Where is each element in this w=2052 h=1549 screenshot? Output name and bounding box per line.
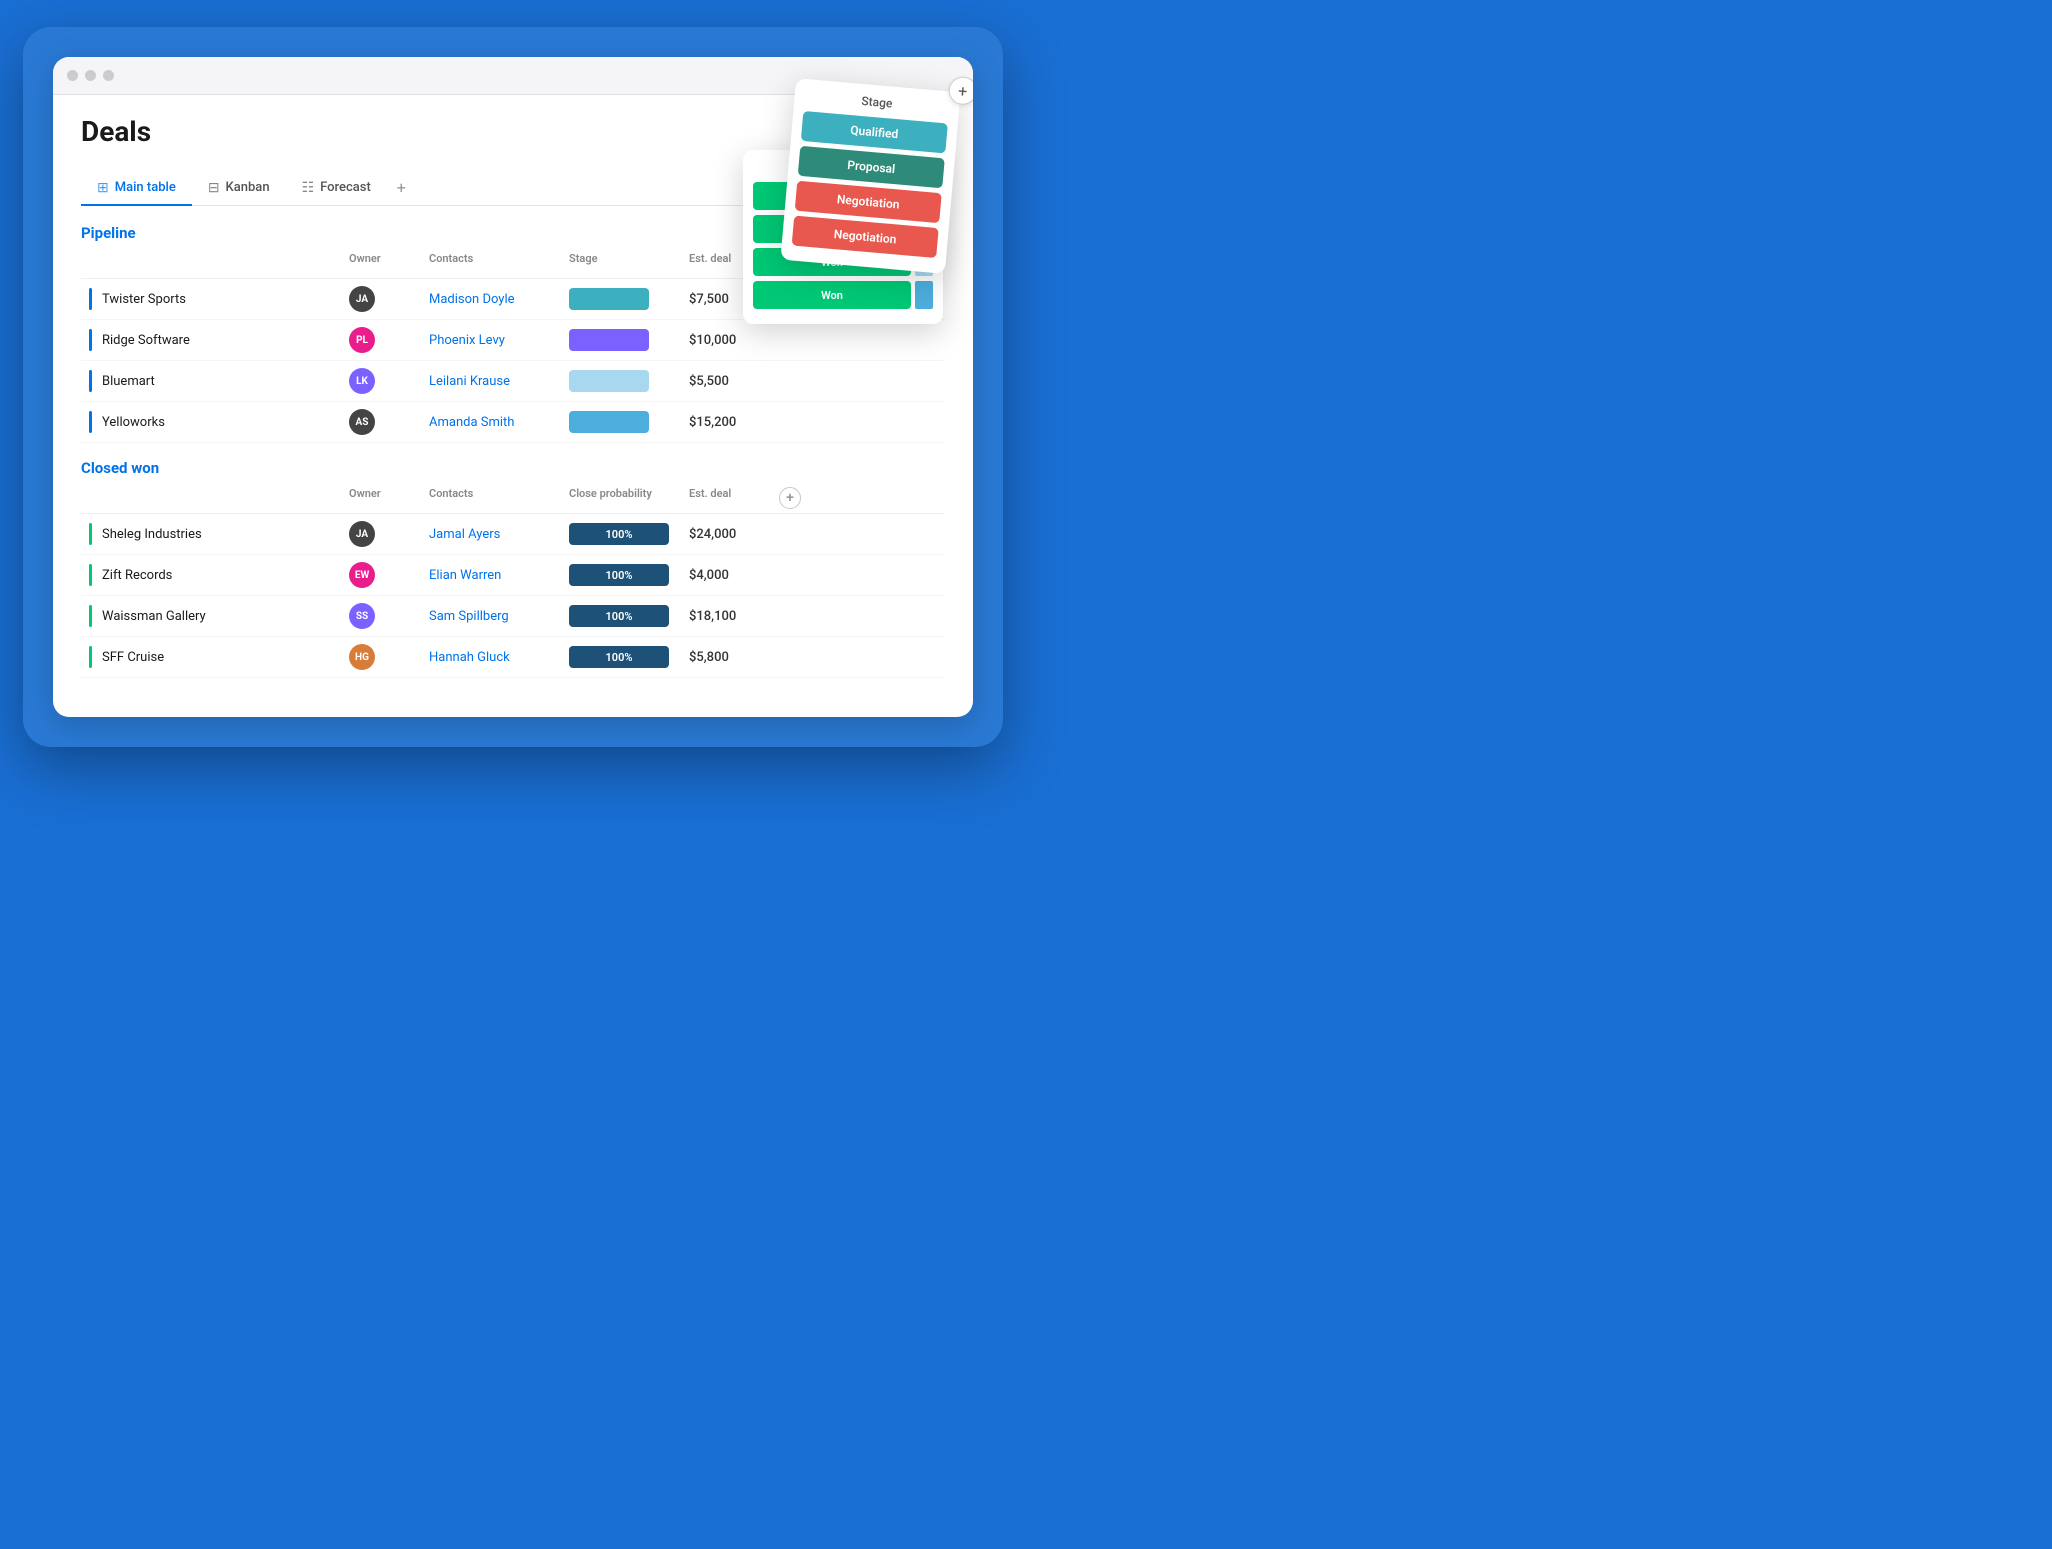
add-tab-button[interactable]: + [387, 170, 416, 205]
est-deal-bluemart: $5,500 [689, 374, 779, 389]
avatar-waissman: SS [349, 603, 375, 629]
avatar-yelloworks: AS [349, 409, 375, 435]
kanban-icon: ⊟ [208, 180, 220, 196]
est-deal-waissman: $18,100 [689, 609, 779, 624]
avatar-sff: HG [349, 644, 375, 670]
pipeline-row-2: Ridge Software PL Phoenix Levy $10,000 [81, 320, 945, 361]
content-area: Deals ··· ⊞ Main table ⊟ Kanban ☷ Foreca… [53, 95, 973, 698]
window-dot-3 [103, 70, 114, 81]
avatar-sheleg: JA [349, 521, 375, 547]
avatar-bluemart: LK [349, 368, 375, 394]
contact-madison[interactable]: Madison Doyle [429, 292, 569, 307]
stage-bar-yelloworks [569, 411, 649, 433]
outer-wrapper: Deals ··· ⊞ Main table ⊟ Kanban ☷ Foreca… [23, 27, 1003, 747]
row-name-zift: Zift Records [89, 564, 349, 586]
prob-bar-zift: 100% [569, 564, 669, 586]
forecast-mini-4 [915, 281, 933, 309]
col-name-pipeline [89, 252, 349, 274]
tab-main-table[interactable]: ⊞ Main table [81, 172, 192, 206]
tab-forecast[interactable]: ☷ Forecast [286, 172, 387, 206]
row-indicator-c1 [89, 523, 92, 545]
contact-leilani[interactable]: Leilani Krause [429, 374, 569, 389]
tab-kanban-label: Kanban [226, 180, 270, 195]
closed-row-3: Waissman Gallery SS Sam Spillberg 100% $… [81, 596, 945, 637]
window-dot-1 [67, 70, 78, 81]
row-indicator-c4 [89, 646, 92, 668]
est-deal-zift: $4,000 [689, 568, 779, 583]
forecast-row-4: Won [753, 281, 933, 309]
stage-bar-twister [569, 288, 649, 310]
row-indicator-4 [89, 411, 92, 433]
contact-elian[interactable]: Elian Warren [429, 568, 569, 583]
pipeline-row-3: Bluemart LK Leilani Krause $5,500 [81, 361, 945, 402]
row-indicator [89, 288, 92, 310]
contact-jamal[interactable]: Jamal Ayers [429, 527, 569, 542]
avatar-twister: JA [349, 286, 375, 312]
add-col-closed[interactable]: + [779, 487, 801, 509]
col-owner-closed: Owner [349, 487, 429, 509]
closed-won-section-header: Closed won [81, 459, 945, 477]
closed-row-4: SFF Cruise HG Hannah Gluck 100% $5,800 [81, 637, 945, 678]
tab-main-table-label: Main table [115, 180, 176, 195]
col-estdeal-closed: Est. deal [689, 487, 779, 509]
col-prob-closed: Close probability [569, 487, 689, 509]
row-indicator-c2 [89, 564, 92, 586]
stage-bar-bluemart [569, 370, 649, 392]
row-indicator-c3 [89, 605, 92, 627]
col-owner-pipeline: Owner [349, 252, 429, 274]
window-dot-2 [85, 70, 96, 81]
forecast-won-4[interactable]: Won [753, 281, 911, 309]
est-deal-yelloworks: $15,200 [689, 415, 779, 430]
stage-popup-title: Stage [804, 89, 950, 116]
row-name-yelloworks: Yelloworks [89, 411, 349, 433]
row-name-ridge: Ridge Software [89, 329, 349, 351]
stage-bar-ridge [569, 329, 649, 351]
section-gap [81, 443, 945, 459]
est-deal-ridge: $10,000 [689, 333, 779, 348]
closed-row-2: Zift Records EW Elian Warren 100% $4,000 [81, 555, 945, 596]
row-name-sff: SFF Cruise [89, 646, 349, 668]
contact-phoenix[interactable]: Phoenix Levy [429, 333, 569, 348]
closed-won-table-header: Owner Contacts Close probability Est. de… [81, 483, 945, 514]
pipeline-row-4: Yelloworks AS Amanda Smith $15,200 [81, 402, 945, 443]
est-deal-sff: $5,800 [689, 650, 779, 665]
col-contacts-closed: Contacts [429, 487, 569, 509]
row-name-sheleg: Sheleg Industries [89, 523, 349, 545]
main-table-icon: ⊞ [97, 180, 109, 196]
closed-won-section-title: Closed won [81, 459, 159, 477]
prob-bar-sheleg: 100% [569, 523, 669, 545]
tab-kanban[interactable]: ⊟ Kanban [192, 172, 286, 206]
row-indicator-3 [89, 370, 92, 392]
avatar-ridge: PL [349, 327, 375, 353]
stage-popup: + ▲ Stage Qualified Proposal Negotiation… [780, 78, 960, 274]
col-name-closed [89, 487, 349, 509]
prob-bar-sff: 100% [569, 646, 669, 668]
col-stage-pipeline: Stage [569, 252, 689, 274]
est-deal-sheleg: $24,000 [689, 527, 779, 542]
contact-amanda[interactable]: Amanda Smith [429, 415, 569, 430]
tab-forecast-label: Forecast [320, 180, 371, 195]
app-window: Deals ··· ⊞ Main table ⊟ Kanban ☷ Foreca… [53, 57, 973, 717]
row-name-waissman: Waissman Gallery [89, 605, 349, 627]
prob-bar-waissman: 100% [569, 605, 669, 627]
stage-negotiation-2[interactable]: Negotiation [792, 216, 939, 259]
col-contacts-pipeline: Contacts [429, 252, 569, 274]
pipeline-section-title: Pipeline [81, 224, 136, 242]
contact-hannah[interactable]: Hannah Gluck [429, 650, 569, 665]
row-name-twister: Twister Sports [89, 288, 349, 310]
closed-row-1: Sheleg Industries JA Jamal Ayers 100% $2… [81, 514, 945, 555]
forecast-icon: ☷ [302, 180, 315, 196]
row-indicator-2 [89, 329, 92, 351]
row-name-bluemart: Bluemart [89, 370, 349, 392]
contact-sam[interactable]: Sam Spillberg [429, 609, 569, 624]
avatar-zift: EW [349, 562, 375, 588]
